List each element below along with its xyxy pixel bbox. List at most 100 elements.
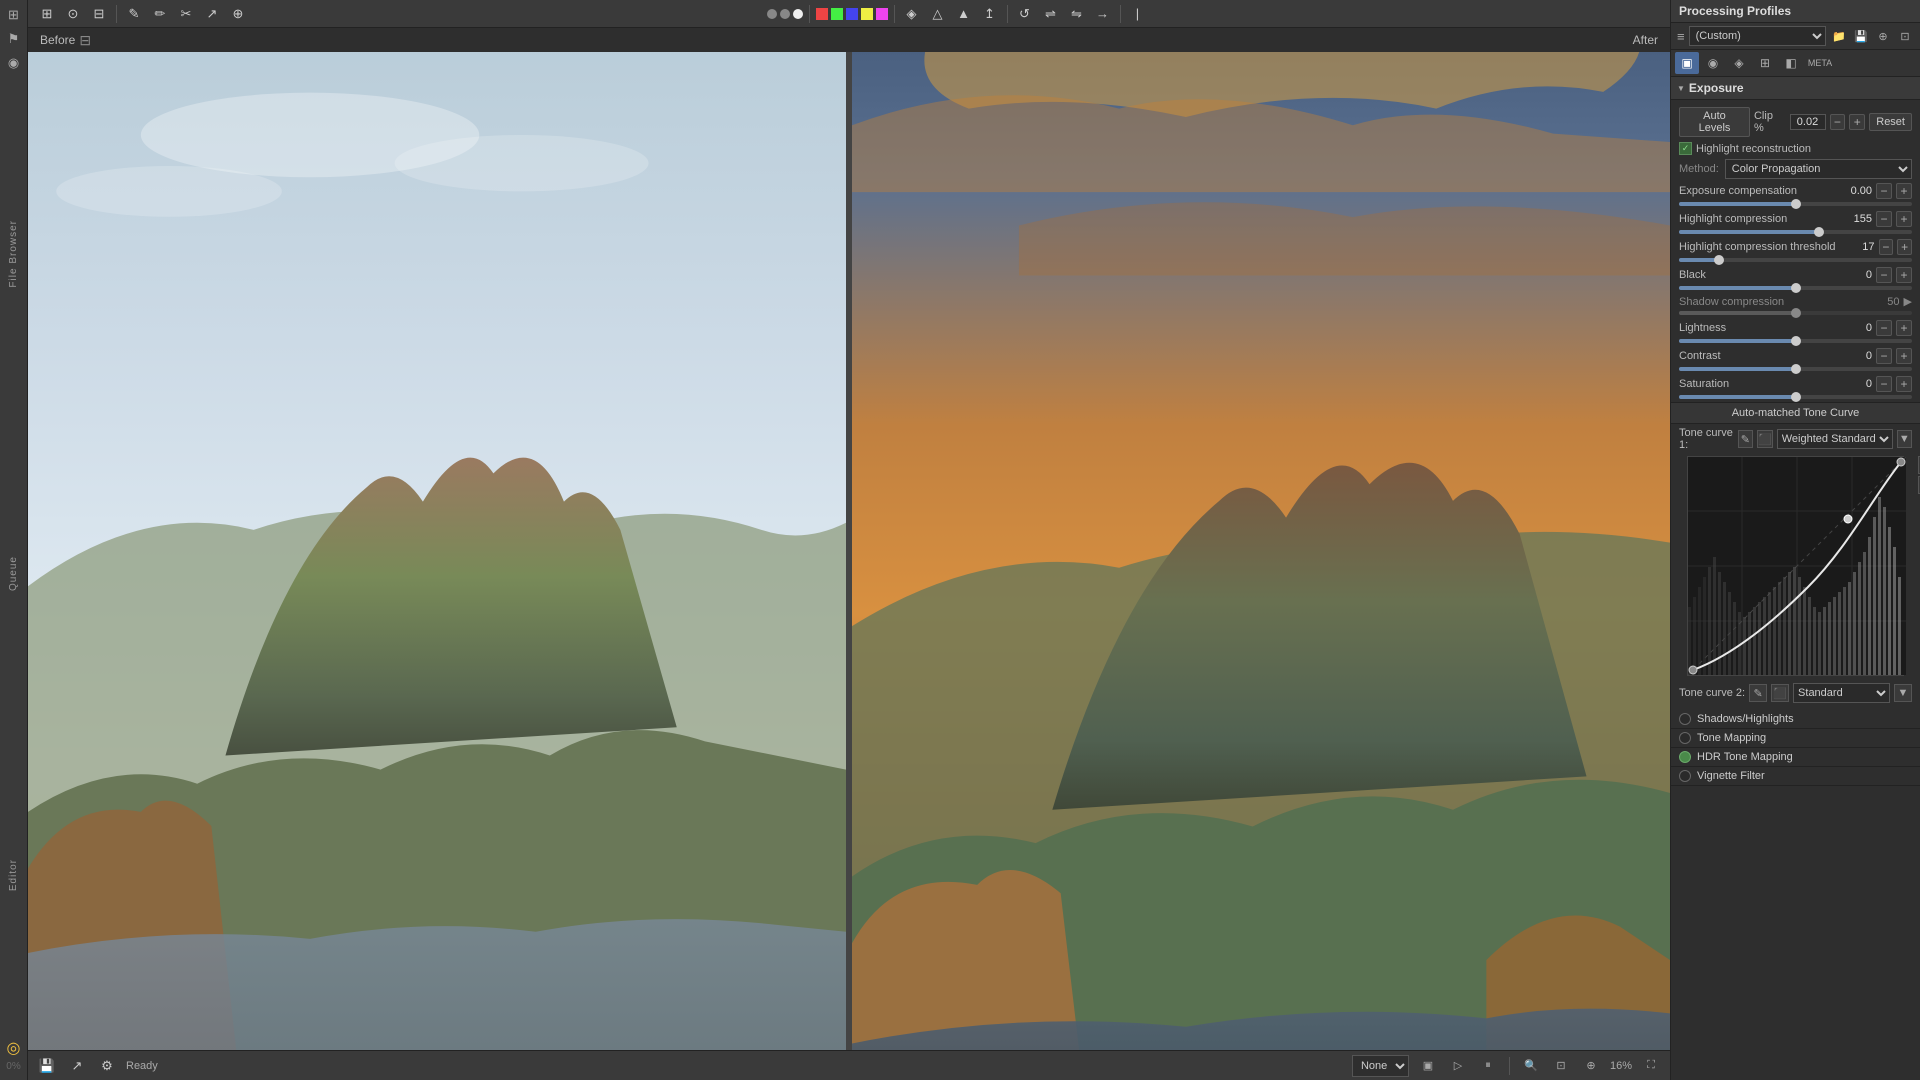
shadow-comp-label: Shadow compression [1679, 296, 1883, 308]
exposure-comp-plus[interactable]: + [1896, 183, 1912, 199]
tab-detail[interactable]: ◈ [1727, 52, 1751, 74]
fullscreen-btn[interactable]: ⛶ [1640, 1055, 1662, 1077]
clip-plus[interactable]: + [1849, 114, 1865, 130]
saturation-plus[interactable]: + [1896, 376, 1912, 392]
toolbar-flip[interactable]: ⇌ [1040, 3, 1062, 25]
contrast-plus[interactable]: + [1896, 348, 1912, 364]
highlight-threshold-minus[interactable]: − [1879, 239, 1894, 255]
shadow-comp-expand[interactable]: ▶ [1904, 295, 1912, 308]
sidebar-icon-color[interactable]: ◎ [3, 1037, 25, 1059]
toolbar-crop[interactable]: ✂ [175, 3, 197, 25]
sidebar-icon-circle[interactable]: ◉ [3, 52, 25, 74]
reset-btn[interactable]: Reset [1869, 113, 1912, 131]
toolbar-flip2[interactable]: ⇋ [1066, 3, 1088, 25]
top-toolbar: ⊞ ⊙ ⊟ ✎ ✏ ✂ ↗ ⊕ ◈ △ ▲ ↥ ↺ ⇌ [28, 0, 1670, 28]
exposure-comp-slider[interactable] [1679, 202, 1912, 206]
zoom-fit-btn[interactable]: ⊡ [1550, 1055, 1572, 1077]
toolbar-arrow[interactable]: → [1092, 3, 1114, 25]
bottom-btn-3[interactable]: ⏸ [1477, 1055, 1499, 1077]
vignette-filter-item[interactable]: Vignette Filter [1671, 767, 1920, 786]
after-photo [852, 52, 1670, 1050]
toolbar-rotate[interactable]: ↺ [1014, 3, 1036, 25]
toolbar-pin[interactable]: | [1127, 3, 1149, 25]
tone-curve-1-color[interactable]: ⬛ [1757, 430, 1773, 448]
toolbar-triangle2[interactable]: ▲ [953, 3, 975, 25]
hdr-tone-mapping-item[interactable]: HDR Tone Mapping [1671, 748, 1920, 767]
toolbar-new[interactable]: ⊞ [36, 3, 58, 25]
lightness-plus[interactable]: + [1896, 320, 1912, 336]
tone-curve-header: Auto-matched Tone Curve [1671, 402, 1920, 424]
toolbar-export[interactable]: ↥ [979, 3, 1001, 25]
saturation-minus[interactable]: − [1876, 376, 1892, 392]
saturation-slider-row [1671, 394, 1920, 402]
toolbar-save[interactable]: ⊟ [88, 3, 110, 25]
tone-curve-1-expand[interactable]: ▼ [1897, 430, 1912, 448]
tone-curve-1-edit[interactable]: ✎ [1738, 430, 1753, 448]
highlight-threshold-plus[interactable]: + [1897, 239, 1912, 255]
black-plus[interactable]: + [1896, 267, 1912, 283]
profile-save-btn[interactable]: 💾 [1852, 27, 1870, 45]
color-magenta [876, 8, 888, 20]
zoom-in-btn[interactable]: ⊕ [1580, 1055, 1602, 1077]
lightness-row: Lightness 0 − + [1671, 318, 1920, 338]
method-select[interactable]: Color Propagation [1725, 159, 1912, 179]
exposure-header[interactable]: ▼ Exposure [1671, 77, 1920, 100]
none-select[interactable]: None [1352, 1055, 1409, 1077]
profile-bar: ≡ (Custom) 📁 💾 ⊕ ⊡ [1671, 23, 1920, 50]
zoom-level: 16% [1610, 1060, 1632, 1072]
bottom-btn-2[interactable]: ▷ [1447, 1055, 1469, 1077]
shadows-highlights-item[interactable]: Shadows/Highlights [1671, 710, 1920, 729]
black-minus[interactable]: − [1876, 267, 1892, 283]
tone-curve-2-select[interactable]: Standard [1793, 683, 1890, 703]
lightness-slider[interactable] [1679, 339, 1912, 343]
shadow-comp-slider[interactable] [1679, 311, 1912, 315]
sidebar-icon-files[interactable]: ⊞ [3, 4, 25, 26]
toolbar-sep-3 [894, 5, 895, 23]
tone-curve-2-row: Tone curve 2: ✎ ⬛ Standard ▼ [1671, 680, 1920, 706]
tone-curve-canvas[interactable] [1687, 456, 1904, 676]
toolbar-pencil[interactable]: ✏ [149, 3, 171, 25]
profile-copy-btn[interactable]: ⊕ [1874, 27, 1892, 45]
profile-select[interactable]: (Custom) [1689, 26, 1826, 46]
highlight-comp-minus[interactable]: − [1876, 211, 1892, 227]
toolbar-settings[interactable]: ⊕ [227, 3, 249, 25]
tone-curve-1-select[interactable]: Weighted Standard [1777, 429, 1893, 449]
bottom-save-btn[interactable]: 💾 [36, 1055, 58, 1077]
zoom-out-btn[interactable]: 🔍 [1520, 1055, 1542, 1077]
tab-meta[interactable]: META [1805, 52, 1835, 74]
highlight-reconstruction-checkbox[interactable]: ✓ [1679, 142, 1692, 155]
tone-curve-2-color[interactable]: ⬛ [1771, 684, 1789, 702]
tone-curve-2-expand[interactable]: ▼ [1894, 684, 1912, 702]
contrast-slider[interactable] [1679, 367, 1912, 371]
clip-value-input[interactable]: 0.02 [1790, 114, 1826, 130]
clip-minus[interactable]: − [1830, 114, 1846, 130]
bottom-settings-btn[interactable]: ⚙ [96, 1055, 118, 1077]
highlight-comp-slider[interactable] [1679, 230, 1912, 234]
tab-raw[interactable]: ◧ [1779, 52, 1803, 74]
highlight-threshold-slider[interactable] [1679, 258, 1912, 262]
profile-folder-btn[interactable]: 📁 [1830, 27, 1848, 45]
sidebar-icon-flag[interactable]: ⚑ [3, 28, 25, 50]
tab-color[interactable]: ◉ [1701, 52, 1725, 74]
saturation-slider[interactable] [1679, 395, 1912, 399]
color-green [831, 8, 843, 20]
profile-paste-btn[interactable]: ⊡ [1896, 27, 1914, 45]
tone-curve-2-edit[interactable]: ✎ [1749, 684, 1767, 702]
tab-transform[interactable]: ⊞ [1753, 52, 1777, 74]
contrast-minus[interactable]: − [1876, 348, 1892, 364]
tab-exposure[interactable]: ▣ [1675, 52, 1699, 74]
auto-levels-btn[interactable]: Auto Levels [1679, 107, 1750, 137]
toolbar-edit[interactable]: ✎ [123, 3, 145, 25]
toolbar-triangle[interactable]: △ [927, 3, 949, 25]
bottom-share-btn[interactable]: ↗ [66, 1055, 88, 1077]
highlight-comp-plus[interactable]: + [1896, 211, 1912, 227]
exposure-comp-minus[interactable]: − [1876, 183, 1892, 199]
toolbar-transform[interactable]: ↗ [201, 3, 223, 25]
lightness-minus[interactable]: − [1876, 320, 1892, 336]
black-row: Black 0 − + [1671, 265, 1920, 285]
tone-mapping-item[interactable]: Tone Mapping [1671, 729, 1920, 748]
black-slider[interactable] [1679, 286, 1912, 290]
toolbar-hist[interactable]: ◈ [901, 3, 923, 25]
toolbar-open[interactable]: ⊙ [62, 3, 84, 25]
bottom-btn-1[interactable]: ▣ [1417, 1055, 1439, 1077]
